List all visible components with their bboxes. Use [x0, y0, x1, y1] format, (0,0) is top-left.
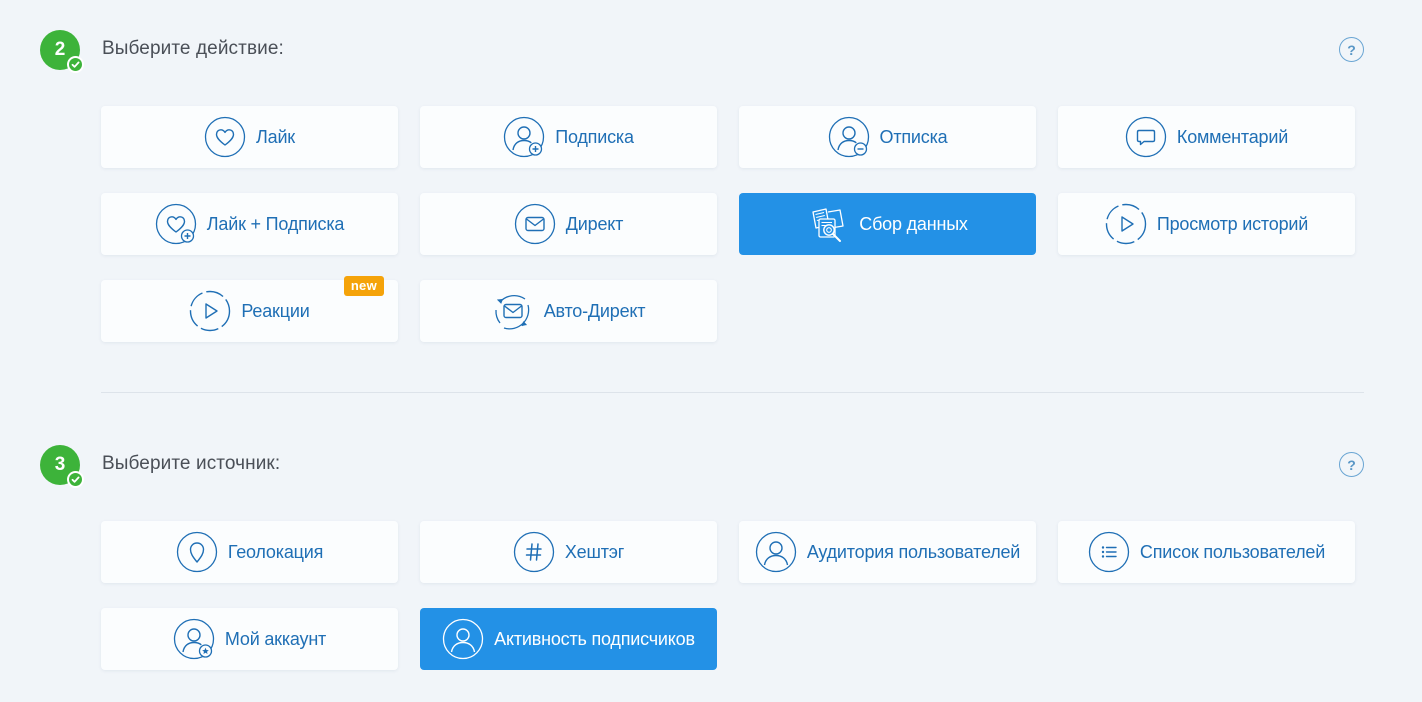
- option-label: Просмотр историй: [1156, 213, 1309, 234]
- heart-icon: [204, 116, 246, 158]
- step-title: Выберите источник:: [102, 453, 281, 474]
- option-my-account[interactable]: Мой аккаунт: [101, 608, 398, 670]
- step-title: Выберите действие:: [102, 38, 284, 59]
- new-badge: new: [343, 276, 384, 296]
- option-direct[interactable]: Директ: [420, 193, 717, 255]
- option-label: Лайк: [256, 126, 295, 147]
- story-play-icon: [1105, 203, 1147, 245]
- option-comment[interactable]: Комментарий: [1058, 106, 1355, 168]
- option-user-list[interactable]: Список пользователей: [1058, 521, 1355, 583]
- option-label: Список пользователей: [1139, 541, 1326, 562]
- option-label: Отписка: [879, 126, 948, 147]
- option-label: Лайк + Подписка: [206, 213, 345, 234]
- step-action-header: 2 Выберите действие: ?: [40, 30, 1364, 73]
- data-collection-icon: [812, 208, 844, 242]
- option-follow[interactable]: Подписка: [420, 106, 717, 168]
- option-user-audience[interactable]: Аудитория пользователей: [739, 521, 1036, 583]
- location-pin-icon: [176, 531, 218, 573]
- option-data-collection[interactable]: Сбор данных: [739, 193, 1036, 255]
- list-icon: [1088, 531, 1130, 573]
- heart-plus-icon: [155, 203, 196, 245]
- option-label: Хештэг: [564, 541, 625, 562]
- step-number-badge: 3: [40, 445, 84, 488]
- user-plus-icon: [504, 116, 545, 158]
- option-like-follow[interactable]: Лайк + Подписка: [101, 193, 398, 255]
- option-label: Аудитория пользователей: [806, 541, 1021, 562]
- option-reactions[interactable]: Реакции new: [101, 276, 398, 342]
- step-number: 2: [54, 39, 66, 60]
- option-geolocation[interactable]: Геолокация: [101, 521, 398, 583]
- option-label: Директ: [565, 213, 624, 234]
- option-label: Мой аккаунт: [224, 628, 327, 649]
- option-label: Реакции: [241, 300, 310, 321]
- hashtag-icon: [513, 531, 555, 573]
- option-unfollow[interactable]: Отписка: [739, 106, 1036, 168]
- step-source-header: 3 Выберите источник: ?: [40, 445, 1364, 488]
- help-icon[interactable]: ?: [1339, 452, 1364, 477]
- check-icon: [67, 471, 84, 488]
- step-number: 3: [54, 454, 66, 475]
- option-label: Геолокация: [227, 541, 324, 562]
- option-label: Авто-Директ: [543, 300, 646, 321]
- comment-icon: [1125, 116, 1167, 158]
- envelope-icon: [514, 203, 555, 245]
- source-options-grid: Геолокация Хештэг Аудитория пользователе…: [101, 521, 1355, 670]
- option-auto-direct[interactable]: Авто-Директ: [420, 280, 717, 342]
- help-icon[interactable]: ?: [1339, 37, 1364, 62]
- step-number-badge: 2: [40, 30, 84, 73]
- option-label: Активность подписчиков: [494, 628, 695, 649]
- option-story-view[interactable]: Просмотр историй: [1058, 193, 1355, 255]
- option-label: Комментарий: [1176, 126, 1289, 147]
- option-like[interactable]: Лайк: [101, 106, 398, 168]
- step-action-section: 2 Выберите действие: ?: [40, 30, 1364, 73]
- user-star-icon: [173, 618, 215, 660]
- option-follower-activity[interactable]: Активность подписчиков: [420, 608, 717, 670]
- user-icon: [755, 531, 796, 573]
- step-source-section: 3 Выберите источник: ?: [40, 445, 1364, 488]
- section-divider: [101, 392, 1364, 393]
- check-icon: [67, 56, 84, 73]
- option-label: Сбор данных: [859, 213, 968, 234]
- auto-direct-icon: [495, 295, 529, 330]
- user-activity-icon: [443, 618, 484, 660]
- option-label: Подписка: [555, 126, 634, 147]
- option-hashtag[interactable]: Хештэг: [420, 521, 717, 583]
- user-minus-icon: [828, 116, 869, 158]
- reaction-play-icon: [190, 290, 231, 332]
- action-options-grid: Лайк Подписка Отписка Комментарий Лайк +…: [101, 106, 1355, 342]
